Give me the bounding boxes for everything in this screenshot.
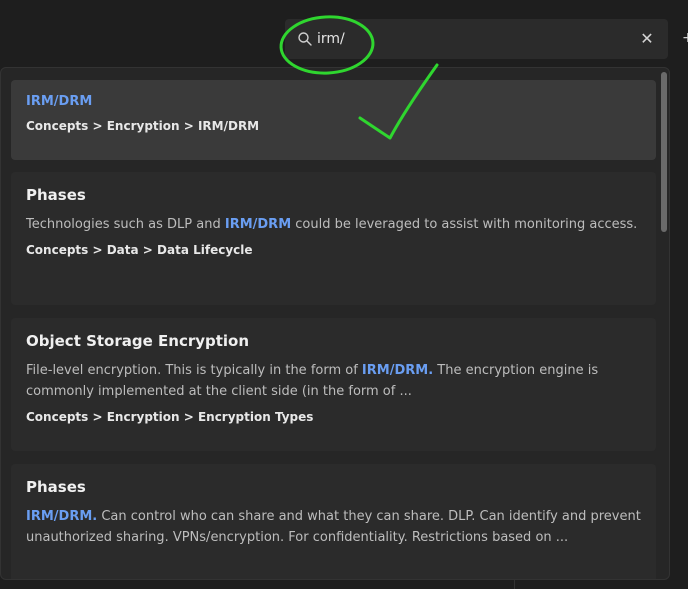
result-title: Phases <box>26 186 86 204</box>
snippet-highlight: IRM/DRM <box>224 217 292 232</box>
result-title: Object Storage Encryption <box>26 332 250 350</box>
result-title: Phases <box>26 478 86 496</box>
snippet-text: Can control who can share and what they … <box>26 509 641 545</box>
result-path: Concepts > Encryption > Encryption Types <box>26 410 314 424</box>
edge-icon: + <box>682 30 688 44</box>
divider <box>514 579 515 589</box>
result-snippet: File-level encryption. This is typically… <box>26 360 641 402</box>
result-item[interactable]: Phases Technologies such as DLP and IRM/… <box>11 172 656 305</box>
snippet-text: File-level encryption. This is typically… <box>26 363 362 378</box>
result-snippet: Technologies such as DLP and IRM/DRM cou… <box>26 214 641 235</box>
snippet-text: could be leveraged to assist with monito… <box>291 217 638 232</box>
result-snippet: IRM/DRM. Can control who can share and w… <box>26 506 641 548</box>
scrollbar-thumb[interactable] <box>661 72 667 232</box>
result-path: Concepts > Encryption > IRM/DRM <box>26 119 260 133</box>
close-icon[interactable]: ✕ <box>638 30 656 48</box>
result-path: Concepts > Data > Data Lifecycle <box>26 243 253 257</box>
app-window: ✕ + IRM/DRM Concepts > Encryption > IRM/… <box>0 0 688 589</box>
search-input[interactable] <box>317 27 617 51</box>
snippet-highlight: IRM/DRM. <box>361 363 434 378</box>
result-item[interactable]: Object Storage Encryption File-level enc… <box>11 318 656 451</box>
result-item[interactable]: Phases IRM/DRM. Can control who can shar… <box>11 464 656 579</box>
search-icon <box>298 32 312 46</box>
result-item[interactable]: IRM/DRM Concepts > Encryption > IRM/DRM <box>11 80 656 160</box>
result-title: IRM/DRM <box>26 94 93 109</box>
search-box[interactable]: ✕ <box>285 19 668 59</box>
snippet-text: Technologies such as DLP and <box>26 217 225 232</box>
snippet-highlight: IRM/DRM. <box>26 509 98 524</box>
search-results-panel[interactable]: IRM/DRM Concepts > Encryption > IRM/DRM … <box>0 67 670 580</box>
